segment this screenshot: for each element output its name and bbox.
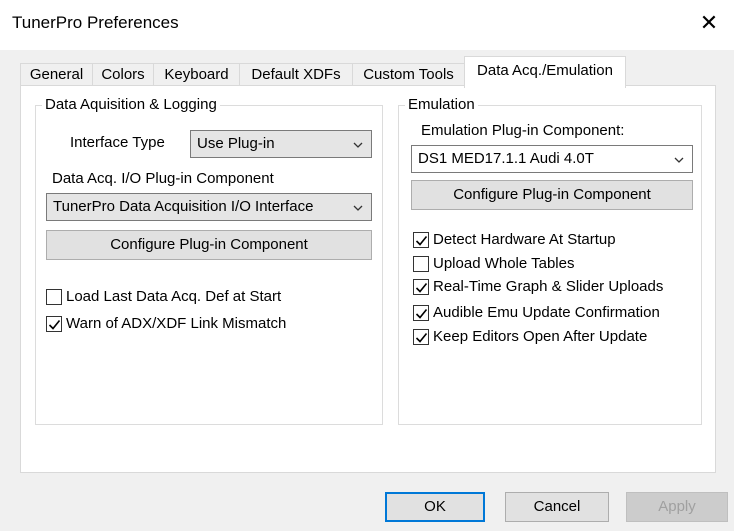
close-icon[interactable]: ✕ <box>690 6 728 40</box>
checkmark-icon <box>48 319 61 330</box>
emulation-configure-button[interactable]: Configure Plug-in Component <box>411 180 693 210</box>
checkbox-label: Detect Hardware At Startup <box>433 231 616 248</box>
checkbox-box[interactable] <box>413 278 429 295</box>
ok-button[interactable]: OK <box>385 492 485 522</box>
checkmark-icon <box>415 332 428 343</box>
data-acq-configure-button[interactable]: Configure Plug-in Component <box>46 230 372 260</box>
checkbox-box[interactable] <box>413 231 429 248</box>
chevron-down-icon <box>674 157 684 163</box>
apply-button[interactable]: Apply <box>626 492 728 522</box>
checkbox-box[interactable] <box>413 255 429 272</box>
checkbox-box[interactable] <box>413 304 429 321</box>
tab-colors[interactable]: Colors <box>92 63 154 87</box>
detect-hardware-checkbox[interactable]: Detect Hardware At Startup <box>413 231 616 248</box>
checkbox-label: Warn of ADX/XDF Link Mismatch <box>66 315 287 332</box>
interface-type-label: Interface Type <box>70 134 165 151</box>
interface-type-select[interactable]: Use Plug-in <box>190 130 372 158</box>
keep-editors-open-checkbox[interactable]: Keep Editors Open After Update <box>413 328 647 345</box>
data-acq-plugin-select[interactable]: TunerPro Data Acquisition I/O Interface <box>46 193 372 221</box>
warn-link-mismatch-checkbox[interactable]: Warn of ADX/XDF Link Mismatch <box>46 315 286 332</box>
data-acq-plugin-label: Data Acq. I/O Plug-in Component <box>52 170 274 187</box>
checkbox-label: Upload Whole Tables <box>433 255 575 272</box>
tab-data-acq-emulation[interactable]: Data Acq./Emulation <box>464 56 626 88</box>
tab-panel: Data Aquisition & Logging Interface Type… <box>20 85 716 473</box>
checkbox-box[interactable] <box>46 315 62 332</box>
checkbox-label: Real-Time Graph & Slider Uploads <box>433 278 664 295</box>
data-acq-group: Data Aquisition & Logging Interface Type… <box>35 96 383 425</box>
upload-whole-tables-checkbox[interactable]: Upload Whole Tables <box>413 255 574 272</box>
emulation-plugin-label: Emulation Plug-in Component: <box>421 122 625 139</box>
tab-default-xdfs[interactable]: Default XDFs <box>239 63 353 87</box>
checkbox-box[interactable] <box>46 288 62 305</box>
tab-custom-tools[interactable]: Custom Tools <box>352 63 465 87</box>
checkmark-icon <box>415 235 428 246</box>
realtime-graph-checkbox[interactable]: Real-Time Graph & Slider Uploads <box>413 278 663 295</box>
checkmark-icon <box>415 308 428 319</box>
cancel-button[interactable]: Cancel <box>505 492 609 522</box>
title-bar: TunerPro Preferences ✕ <box>0 0 734 50</box>
load-last-def-checkbox[interactable]: Load Last Data Acq. Def at Start <box>46 288 281 305</box>
checkbox-label: Audible Emu Update Confirmation <box>433 304 660 321</box>
emulation-group-title: Emulation <box>405 96 478 113</box>
chevron-down-icon <box>353 205 363 211</box>
checkmark-icon <box>415 282 428 293</box>
checkbox-label: Load Last Data Acq. Def at Start <box>66 288 282 305</box>
tab-general[interactable]: General <box>20 63 93 87</box>
chevron-down-icon <box>353 142 363 148</box>
data-acq-group-title: Data Aquisition & Logging <box>42 96 220 113</box>
emulation-plugin-select[interactable]: DS1 MED17.1.1 Audi 4.0T <box>411 145 693 173</box>
tab-keyboard[interactable]: Keyboard <box>153 63 240 87</box>
audible-emu-checkbox[interactable]: Audible Emu Update Confirmation <box>413 304 660 321</box>
window-title: TunerPro Preferences <box>12 13 179 32</box>
emulation-group: Emulation Emulation Plug-in Component: D… <box>398 96 702 425</box>
checkbox-box[interactable] <box>413 328 429 345</box>
checkbox-label: Keep Editors Open After Update <box>433 328 648 345</box>
